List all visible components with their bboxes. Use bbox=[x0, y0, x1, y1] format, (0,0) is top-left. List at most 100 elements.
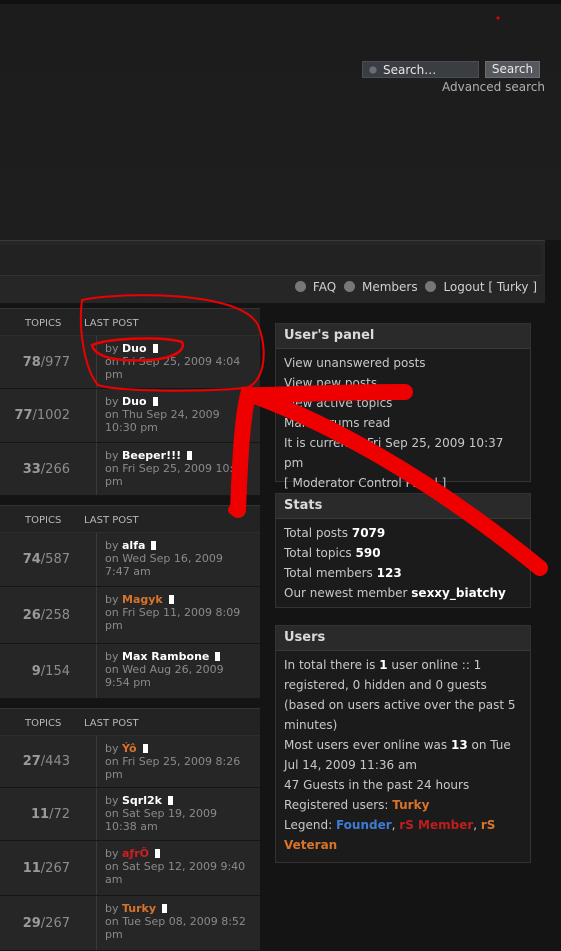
topic-count: 33/266 bbox=[0, 443, 97, 495]
search-placeholder: Search… bbox=[383, 63, 437, 77]
view-unanswered-link[interactable]: View unanswered posts bbox=[284, 353, 522, 373]
stats-body: Total posts 7079 Total topics 590 Total … bbox=[276, 519, 530, 607]
posts-count: /587 bbox=[40, 552, 70, 567]
total-posts-label: Total posts bbox=[284, 526, 349, 540]
view-latest-icon[interactable] bbox=[142, 744, 148, 753]
last-post: by aƒrÖ on Sat Sep 12, 2009 9:40 am bbox=[105, 847, 245, 886]
by-label: by bbox=[105, 539, 122, 552]
by-label: by bbox=[105, 650, 122, 663]
view-new-posts-link[interactable]: View new posts bbox=[284, 373, 522, 393]
users-body: In total there is 1 user online :: 1 reg… bbox=[276, 651, 530, 859]
forum-row[interactable]: 11/72 by Sqrl2k on Sat Sep 19, 2009 10:38 a… bbox=[0, 788, 260, 841]
view-latest-icon[interactable] bbox=[167, 796, 173, 805]
total-topics: Total topics 590 bbox=[284, 543, 522, 563]
last-post-user[interactable]: Sqrl2k bbox=[122, 794, 162, 807]
forum-block-1: TOPICS LAST POST 78/977 by Duo on Fri Sep 2… bbox=[0, 308, 260, 496]
topic-count: 26/258 bbox=[0, 587, 97, 643]
last-post-time: 7:47 am bbox=[105, 565, 151, 578]
total-posts-value: 7079 bbox=[351, 526, 386, 540]
forum-row[interactable]: 74/587 by alfa on Wed Sep 16, 2009 7:47 am bbox=[0, 533, 260, 587]
online-summary: In total there is 1 user online :: 1 reg… bbox=[284, 655, 522, 735]
view-latest-icon[interactable] bbox=[152, 344, 158, 353]
users-title: Users bbox=[276, 626, 530, 651]
topics-count: 74 bbox=[22, 552, 41, 567]
view-latest-icon[interactable] bbox=[151, 541, 157, 550]
most-count: 13 bbox=[451, 738, 468, 752]
last-post-date: on Thu Sep 24, 2009 bbox=[105, 408, 220, 421]
last-post-date: on Fri Sep 25, 2009 8:26 bbox=[105, 755, 241, 768]
view-latest-icon[interactable] bbox=[162, 904, 168, 913]
legend: Legend: Founder, rS Member, rS Veteran bbox=[284, 818, 496, 852]
last-post-date: on Sat Sep 12, 2009 9:40 bbox=[105, 860, 246, 873]
newest-member-link[interactable]: sexxy_biatchy bbox=[411, 586, 506, 600]
legend-member-link[interactable]: rS Member bbox=[399, 818, 473, 832]
last-post-time: pm bbox=[105, 368, 123, 381]
last-post-user[interactable]: Beeper!!! bbox=[122, 449, 181, 462]
last-post-user[interactable]: Max Rambone bbox=[122, 650, 209, 663]
last-post-time: 10:30 pm bbox=[105, 421, 158, 434]
last-post-header: LAST POST bbox=[84, 318, 139, 329]
last-post-header: LAST POST bbox=[84, 718, 139, 729]
topics-count: 11 bbox=[22, 860, 41, 876]
members-link[interactable]: Members bbox=[343, 280, 418, 294]
forum-block-3: TOPICS LAST POST 27/443 by Ýô on Fri Sep 25… bbox=[0, 708, 260, 951]
view-latest-icon[interactable] bbox=[215, 652, 221, 661]
last-post-user[interactable]: Duo bbox=[122, 342, 147, 355]
forum-row[interactable]: 11/267 by aƒrÖ on Sat Sep 12, 2009 9:40 am bbox=[0, 841, 260, 896]
by-label: by bbox=[105, 593, 122, 606]
forum-row[interactable]: 26/258 by Magyk on Fri Sep 11, 2009 8:09 pm bbox=[0, 587, 260, 644]
last-post-user[interactable]: Ýô bbox=[122, 742, 137, 755]
last-post-user[interactable]: Magyk bbox=[122, 593, 163, 606]
topic-count: 11/72 bbox=[0, 788, 97, 840]
last-post-date: on Fri Sep 25, 2009 10:44 bbox=[105, 462, 248, 475]
last-post-user[interactable]: aƒrÖ bbox=[122, 847, 149, 860]
topic-count: 9/154 bbox=[0, 644, 97, 698]
by-label: by bbox=[105, 742, 122, 755]
online-pre: In total there is bbox=[284, 658, 376, 672]
registered-user-link[interactable]: Turky bbox=[392, 798, 429, 812]
last-post-user[interactable]: Duo bbox=[122, 395, 147, 408]
logout-label: Logout [ Turky ] bbox=[443, 280, 537, 294]
mark-forums-read-link[interactable]: Mark forums read bbox=[284, 413, 522, 433]
search-button[interactable]: Search bbox=[485, 61, 540, 78]
forum-row[interactable]: 9/154 by Max Rambone on Wed Aug 26, 2009 9:… bbox=[0, 644, 260, 699]
site-header bbox=[0, 0, 561, 240]
topics-count: 9 bbox=[31, 663, 41, 679]
search-input[interactable]: Search… bbox=[362, 61, 479, 78]
logout-link[interactable]: Logout [ Turky ] bbox=[425, 280, 537, 294]
guests-24h: 47 Guests in the past 24 hours bbox=[284, 778, 470, 792]
posts-count: /977 bbox=[40, 354, 70, 370]
users-panel-body: View unanswered posts View new posts Vie… bbox=[276, 349, 530, 497]
stats-title: Stats bbox=[276, 494, 530, 519]
faq-label: FAQ bbox=[312, 280, 337, 294]
total-members: Total members 123 bbox=[284, 563, 522, 583]
most-pre: Most users ever online was bbox=[284, 738, 448, 752]
navbar-inner bbox=[0, 245, 541, 276]
forum-row[interactable]: 29/267 by Turky on Tue Sep 08, 2009 8:52 pm bbox=[0, 896, 260, 951]
last-post-user[interactable]: alfa bbox=[122, 539, 145, 552]
legend-founder-link[interactable]: Founder bbox=[336, 818, 392, 832]
topics-header: TOPICS bbox=[25, 318, 62, 329]
last-post-user[interactable]: Turky bbox=[122, 902, 156, 915]
view-active-topics-link[interactable]: View active topics bbox=[284, 393, 522, 413]
last-post: by Duo on Thu Sep 24, 2009 10:30 pm bbox=[105, 395, 220, 434]
forum-row[interactable]: 27/443 by Ýô on Fri Sep 25, 2009 8:26 pm bbox=[0, 736, 260, 788]
view-latest-icon[interactable] bbox=[168, 595, 174, 604]
advanced-search-link[interactable]: Advanced search bbox=[442, 80, 545, 94]
faq-link[interactable]: FAQ bbox=[294, 280, 337, 294]
users-online-panel: Users In total there is 1 user online ::… bbox=[275, 625, 531, 863]
forum-row[interactable]: 77/1002 by Duo on Thu Sep 24, 2009 10:30 pm bbox=[0, 389, 260, 443]
newest-member: Our newest member sexxy_biatchy bbox=[284, 583, 522, 603]
forum-row[interactable]: 33/266 by Beeper!!! on Fri Sep 25, 2009 10… bbox=[0, 443, 260, 496]
posts-count: /443 bbox=[40, 754, 70, 769]
view-latest-icon[interactable] bbox=[187, 451, 193, 460]
last-post-time: pm bbox=[105, 619, 123, 632]
posts-count: /1002 bbox=[32, 408, 70, 423]
mcp-link[interactable]: [ Moderator Control Panel ] bbox=[284, 473, 522, 493]
forum-row[interactable]: 78/977 by Duo on Fri Sep 25, 2009 4:04 pm bbox=[0, 336, 260, 389]
topics-count: 29 bbox=[22, 915, 41, 931]
topic-count: 78/977 bbox=[0, 336, 97, 388]
topics-header: TOPICS bbox=[25, 515, 62, 526]
view-latest-icon[interactable] bbox=[154, 849, 160, 858]
view-latest-icon[interactable] bbox=[152, 397, 158, 406]
